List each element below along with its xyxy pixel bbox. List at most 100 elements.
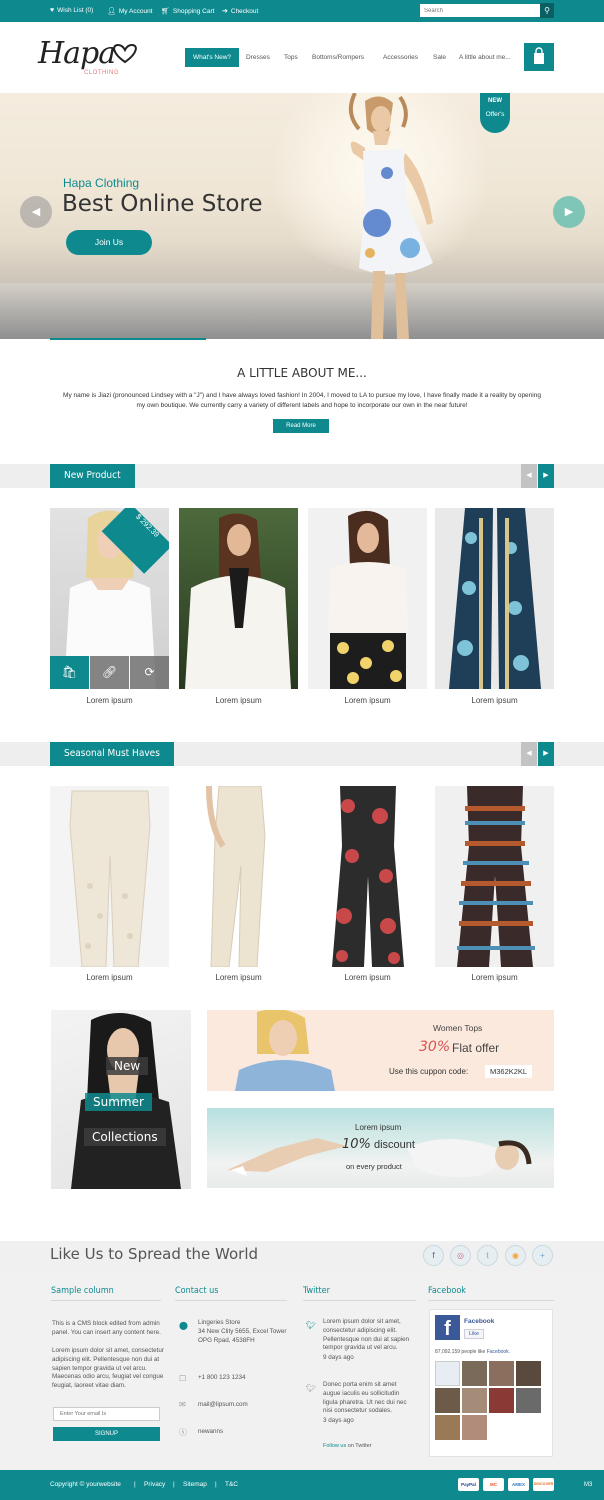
avatar[interactable]	[435, 1361, 460, 1386]
facebook-icon[interactable]: f	[423, 1245, 444, 1266]
skype-icon: ⓢ	[179, 1428, 187, 1437]
dribbble-icon[interactable]: ◎	[450, 1245, 471, 1266]
coupon-code: M362K2KL	[485, 1065, 533, 1078]
nav-tops[interactable]: Tops	[284, 54, 298, 61]
promo-summer-label: Summer	[85, 1093, 152, 1111]
avatar[interactable]	[435, 1415, 460, 1440]
checkout-label[interactable]: Checkout	[231, 8, 258, 15]
wishlist-link[interactable]: ♥ Wish List (0)	[50, 7, 93, 14]
avatar[interactable]	[489, 1388, 514, 1413]
newsletter-email-input[interactable]	[53, 1407, 160, 1421]
avatar[interactable]	[435, 1388, 460, 1413]
cart-link[interactable]: 🛒︎ Shopping Cart	[161, 7, 215, 16]
header-cart-button[interactable]	[524, 43, 554, 71]
nav-sale[interactable]: Sale	[433, 54, 446, 61]
follow-us-suffix: on Twitter	[347, 1443, 372, 1449]
facebook-like-button[interactable]: Like	[464, 1329, 485, 1339]
new-product-title: New Product	[50, 464, 135, 488]
signup-button[interactable]: SIGNUP	[53, 1427, 160, 1441]
product-card[interactable]	[179, 508, 298, 689]
facebook-page-name[interactable]: Facebook	[464, 1318, 494, 1325]
product-label[interactable]: Lorem ipsum	[308, 973, 427, 982]
chevron-left-icon: ◀	[526, 750, 532, 757]
account-link[interactable]: 👤︎ My Account	[107, 7, 153, 16]
promo-flat-offer: Flat offer	[452, 1041, 500, 1055]
follow-us-link[interactable]: Follow us	[323, 1443, 346, 1449]
promo-new-summer[interactable]: New Summer Collections	[51, 1010, 191, 1189]
product-label[interactable]: Lorem ipsum	[50, 973, 169, 982]
slider-prev-button[interactable]: ◀	[20, 196, 52, 228]
about-title: A LITTLE ABOUT ME...	[237, 366, 367, 380]
avatar[interactable]	[489, 1361, 514, 1386]
product-card[interactable]	[179, 786, 298, 967]
product-label[interactable]: Lorem ipsum	[435, 696, 554, 705]
nav-about[interactable]: A little about me...	[459, 54, 511, 61]
join-us-button[interactable]: Join Us	[66, 230, 152, 255]
add-to-cart-button[interactable]: 🛍︎	[50, 656, 89, 689]
product-label[interactable]: Lorem ipsum	[308, 696, 427, 705]
new-offers-badge[interactable]: NEW Offer's	[480, 93, 510, 133]
footer-col1-text1: This is a CMS block edited from admin pa…	[52, 1320, 161, 1336]
promo-discount[interactable]: Lorem ipsum 10% discount on every produc…	[207, 1108, 554, 1188]
seasonal-prev-button[interactable]: ◀	[521, 742, 537, 766]
cart-icon: 🛒︎	[161, 8, 170, 15]
search-button[interactable]: ⚲	[540, 3, 554, 18]
avatar[interactable]	[516, 1361, 541, 1386]
product-image	[69, 790, 151, 967]
slider-next-button[interactable]: ▶	[553, 196, 585, 228]
sitemap-link[interactable]: Sitemap	[183, 1481, 207, 1488]
user-icon: 👤︎	[107, 8, 116, 15]
checkout-link[interactable]: ➔ Checkout	[222, 7, 258, 16]
nav-dresses[interactable]: Dresses	[246, 54, 270, 61]
nav-whats-new[interactable]: What's New?	[185, 48, 239, 67]
product-label[interactable]: Lorem ipsum	[179, 696, 298, 705]
nav-bottoms-rompers[interactable]: Bottoms/Rompers	[312, 54, 364, 61]
rss-icon[interactable]: ◉	[505, 1245, 526, 1266]
twitter-icon[interactable]: t	[477, 1245, 498, 1266]
plus-icon[interactable]: +	[532, 1245, 553, 1266]
promo-women-tops[interactable]: Women Tops 30% Flat offer Use this cuppo…	[207, 1010, 554, 1091]
logo[interactable]: Hapa CLOTHING	[38, 36, 143, 82]
likes-link[interactable]: Facebook.	[487, 1349, 510, 1355]
avatar[interactable]	[516, 1388, 541, 1413]
wishlist-label[interactable]: Wish List (0)	[57, 7, 93, 14]
divider	[428, 1300, 554, 1301]
product-card[interactable]: $ 292.39 🛍︎ 🔗︎ ⟳	[50, 508, 169, 689]
nav-accessories[interactable]: Accessories	[383, 54, 418, 61]
avatar[interactable]	[462, 1388, 487, 1413]
compare-button[interactable]: 🔗︎	[90, 656, 129, 689]
promo-discount-percent: 10%	[342, 1137, 371, 1152]
cart-label[interactable]: Shopping Cart	[173, 8, 215, 15]
separator: |	[134, 1481, 136, 1488]
tc-link[interactable]: T&C	[225, 1481, 238, 1488]
avatar[interactable]	[462, 1415, 487, 1440]
chevron-right-icon: ▶	[564, 206, 574, 218]
privacy-link[interactable]: Privacy	[144, 1481, 165, 1488]
product-label[interactable]: Lorem ipsum	[50, 696, 169, 705]
footer-email[interactable]: mail@lipsum.com	[198, 1401, 248, 1410]
separator: |	[173, 1481, 175, 1488]
version-label: M3	[584, 1482, 593, 1488]
product-card[interactable]	[435, 786, 554, 967]
product-card[interactable]	[308, 508, 427, 689]
wishlist-button[interactable]: ⟳	[130, 656, 169, 689]
read-more-button[interactable]: Read More	[273, 419, 329, 433]
product-label[interactable]: Lorem ipsum	[179, 973, 298, 982]
footer-skype: newanns	[198, 1428, 224, 1435]
product-card[interactable]	[435, 508, 554, 689]
product-card[interactable]	[308, 786, 427, 967]
promo-discount-label: discount	[374, 1139, 415, 1151]
product-card[interactable]	[50, 786, 169, 967]
search-icon: ⚲	[544, 6, 550, 15]
hero-slider: Hapa Clothing Best Online Store Join Us …	[0, 93, 604, 339]
account-label[interactable]: My Account	[119, 8, 153, 15]
avatar[interactable]	[462, 1361, 487, 1386]
new-product-next-button[interactable]: ▶	[538, 464, 554, 488]
seasonal-next-button[interactable]: ▶	[538, 742, 554, 766]
discover-icon: DISCOVER	[533, 1478, 554, 1491]
chevron-left-icon: ◀	[526, 472, 532, 479]
search-input[interactable]	[420, 4, 540, 17]
new-product-prev-button[interactable]: ◀	[521, 464, 537, 488]
product-label[interactable]: Lorem ipsum	[435, 973, 554, 982]
product-image	[332, 786, 404, 967]
